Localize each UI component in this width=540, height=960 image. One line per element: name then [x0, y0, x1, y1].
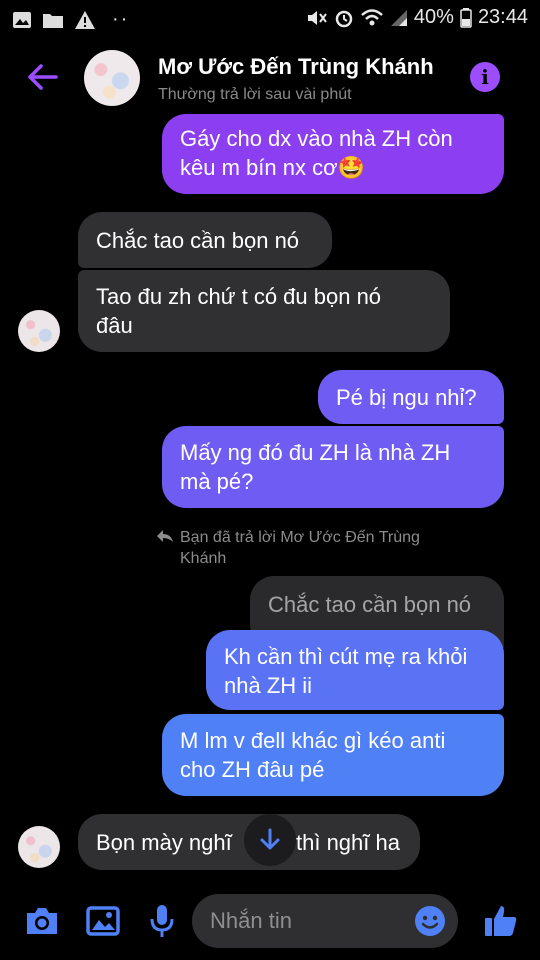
message-incoming[interactable]: Chắc tao cần bọn nó: [78, 212, 332, 268]
chat-header: Mơ Ước Đến Trùng Khánh Thường trả lời sa…: [0, 40, 540, 116]
folder-notification-icon: [43, 13, 63, 28]
message-line: Gáy cho dx vào nhà ZH còn: [180, 126, 453, 151]
reply-icon: [157, 530, 173, 542]
message-text: Chắc tao cần bọn nó: [96, 228, 300, 253]
info-icon[interactable]: i: [470, 62, 500, 92]
message-outgoing[interactable]: M lm v đell khác gì kéo anti cho ZH đâu …: [162, 714, 504, 796]
clock: 23:44: [477, 6, 528, 28]
battery-percent: 40%: [413, 6, 454, 28]
warning-notification-icon: [75, 10, 95, 29]
contact-name[interactable]: Mơ Ước Đến Trùng Khánh: [158, 54, 434, 80]
message-line: cho ZH đâu pé: [180, 757, 325, 782]
message-outgoing[interactable]: Mấy ng đó đu ZH là nhà ZH mà pé?: [162, 426, 504, 508]
signal-icon: [390, 9, 407, 26]
contact-avatar[interactable]: [84, 50, 140, 106]
message-text-right: thì nghĩ ha: [296, 830, 400, 855]
more-notifications: ··: [112, 8, 130, 30]
contact-avatar-small[interactable]: [18, 826, 60, 868]
message-line: kêu m bín nx cơ🤩: [180, 155, 365, 180]
back-arrow-icon[interactable]: [26, 62, 58, 92]
star-struck-emoji: 🤩: [337, 155, 365, 180]
message-line: Tao đu zh chứ t có đu bọn nó: [96, 284, 382, 309]
composer-bar: Nhắn tin: [0, 888, 540, 960]
message-line: Mấy ng đó đu ZH là nhà ZH: [180, 440, 451, 465]
gallery-notification-icon: [13, 11, 31, 28]
message-text-left: Bọn mày nghĩ: [96, 830, 232, 855]
alarm-icon: [335, 10, 353, 27]
message-line: Kh cần thì cút mẹ ra khỏi: [224, 644, 468, 669]
message-input-placeholder: Nhắn tin: [210, 908, 292, 933]
message-incoming[interactable]: Tao đu zh chứ t có đu bọn nó đâu: [78, 270, 450, 352]
arrow-down-icon: [260, 828, 280, 850]
message-input[interactable]: Nhắn tin: [192, 894, 458, 948]
quoted-text: Chắc tao cần bọn nó: [268, 592, 472, 617]
wifi-icon: [361, 8, 383, 25]
battery-icon: [460, 7, 472, 28]
thumbs-up-icon[interactable]: [484, 904, 518, 938]
reply-note-line: Bạn đã trả lời Mơ Ước Đến Trùng: [180, 529, 420, 546]
microphone-icon[interactable]: [150, 904, 174, 938]
contact-status: Thường trả lời sau vài phút: [158, 86, 352, 103]
contact-avatar-small[interactable]: [18, 310, 60, 352]
message-outgoing[interactable]: Gáy cho dx vào nhà ZH còn kêu m bín nx c…: [162, 114, 504, 194]
message-line: đâu: [96, 313, 133, 338]
message-line: nhà ZH ii: [224, 673, 313, 698]
emoji-icon[interactable]: [414, 905, 446, 937]
message-line: mà pé?: [180, 469, 254, 494]
mute-icon: [307, 10, 327, 25]
message-text: Pé bị ngu nhỉ?: [336, 385, 477, 410]
image-icon[interactable]: [86, 906, 120, 936]
message-line: M lm v đell khác gì kéo anti: [180, 728, 446, 753]
status-bar: ·· 40% 23:44: [0, 0, 540, 36]
reply-note-line: Khánh: [180, 550, 227, 567]
scroll-to-bottom-button[interactable]: [244, 814, 296, 866]
message-outgoing[interactable]: Kh cần thì cút mẹ ra khỏi nhà ZH ii: [206, 630, 504, 710]
camera-icon[interactable]: [24, 906, 60, 936]
message-outgoing[interactable]: Pé bị ngu nhỉ?: [318, 370, 504, 424]
